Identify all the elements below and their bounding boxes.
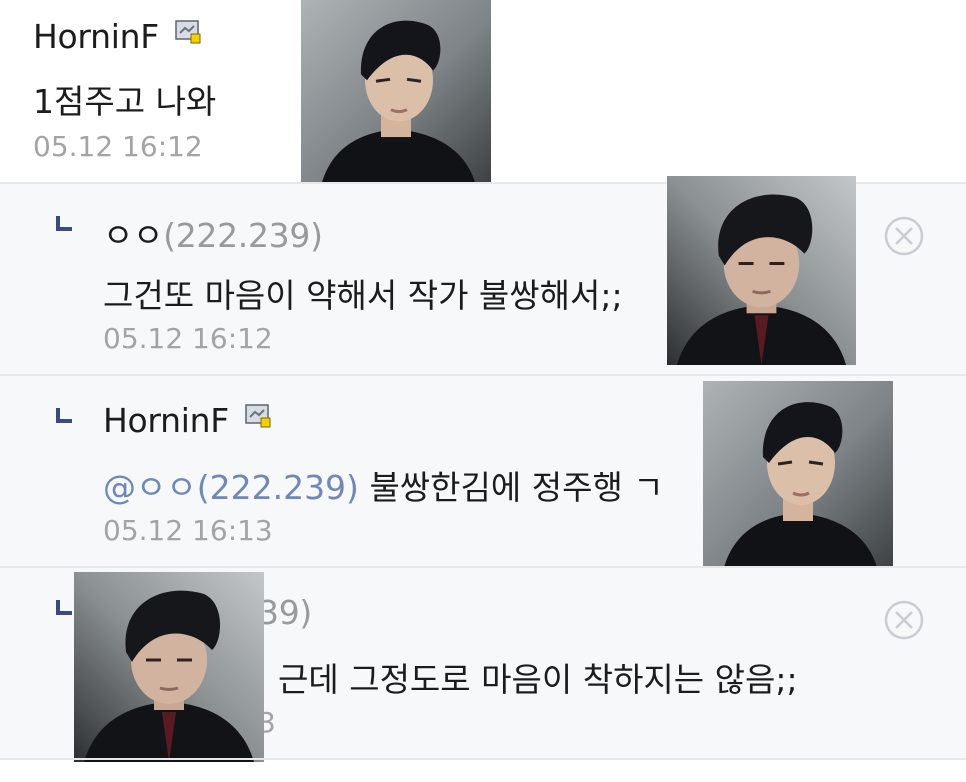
reply-arrow-icon xyxy=(56,408,72,423)
delete-icon[interactable] xyxy=(884,216,924,256)
timestamp: 05.12 16:13 xyxy=(103,514,273,547)
mention-link[interactable]: @ㅇㅇ(222.239) xyxy=(103,468,359,507)
portrait-image[interactable] xyxy=(703,381,893,571)
fixed-nick-icon xyxy=(175,20,201,44)
reply-item: 39) 근데 그정도로 마음이 착하지는 않음;; 3 xyxy=(0,566,966,760)
comment-text: 그건또 마음이 약해서 작가 불쌍해서;; xyxy=(103,276,623,315)
portrait-image[interactable] xyxy=(301,0,491,186)
nickname[interactable]: HorninF xyxy=(33,17,159,56)
divider xyxy=(0,758,966,760)
timestamp: 05.12 16:12 xyxy=(33,130,203,163)
delete-icon[interactable] xyxy=(884,600,924,640)
fixed-nick-icon xyxy=(245,404,271,428)
portrait-image[interactable] xyxy=(667,176,856,365)
nickname[interactable]: 39) xyxy=(258,593,312,632)
nickname[interactable]: ㅇㅇ(222.239) xyxy=(103,209,323,257)
reply-item: ㅇㅇ(222.239) 그건또 마음이 약해서 작가 불쌍해서;; 05.12 … xyxy=(0,182,966,376)
ip-address: 39) xyxy=(258,593,312,632)
reply-item: HorninF @ㅇㅇ(222.239) 불쌍한김에 정주행 ㄱ 05.12 1… xyxy=(0,374,966,568)
comment-text: @ㅇㅇ(222.239) 불쌍한김에 정주행 ㄱ xyxy=(103,468,664,507)
ip-address: (222.239) xyxy=(163,216,323,255)
comment-item: HorninF 1점주고 나와 05.12 16:12 xyxy=(0,0,966,182)
reply-arrow-icon xyxy=(56,600,72,615)
portrait-image[interactable] xyxy=(74,572,264,762)
comment-text: 근데 그정도로 마음이 착하지는 않음;; xyxy=(278,660,798,699)
comment-text: 1점주고 나와 xyxy=(33,82,217,121)
timestamp: 05.12 16:12 xyxy=(103,322,273,355)
nickname[interactable]: HorninF xyxy=(103,401,229,440)
reply-arrow-icon xyxy=(56,216,72,231)
